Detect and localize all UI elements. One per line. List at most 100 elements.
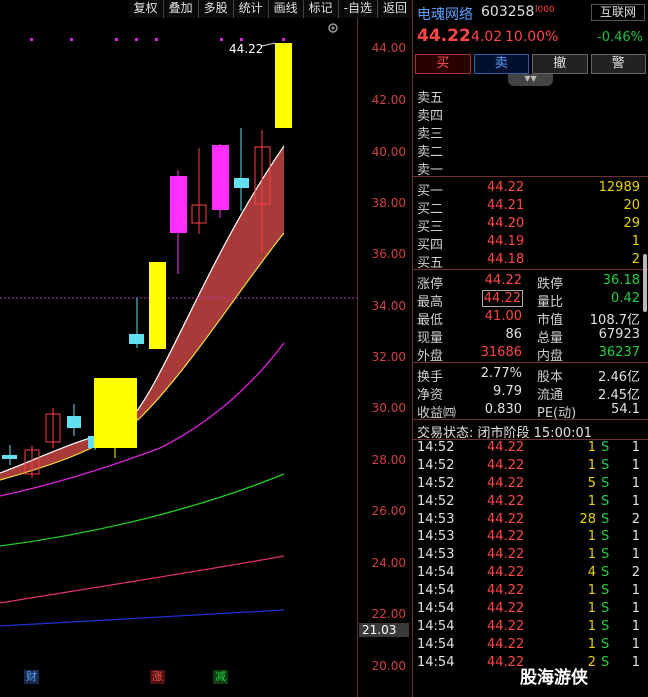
order-row: 买一 44.22 12989	[413, 179, 648, 199]
alert-button[interactable]: 警	[590, 54, 646, 74]
tick-volume: 5	[587, 475, 596, 491]
tick-count: 2	[631, 511, 640, 527]
sell-book: 卖五 卖四 卖三 卖二 卖一	[413, 86, 648, 178]
toolbar-stats-button[interactable]: 统计	[232, 0, 268, 18]
stat-row: 净资 9.79 流通 2.45亿	[413, 383, 648, 403]
fundamental-stats: 换手 2.77% 股本 2.46亿 净资 9.79 流通 2.45亿 收益㈣ 0…	[413, 362, 648, 421]
y-tick-label: 22.00	[371, 607, 406, 621]
buy-book: 买一 44.22 12989 买二 44.21 20 买三 44.20 29 买四 44.19…	[413, 176, 648, 271]
toolbar-overlay-button[interactable]: 叠加	[162, 0, 198, 18]
stat-row: 最高 44.22 量比 0.42	[413, 290, 648, 310]
volume-ratio-value: 0.42	[611, 291, 640, 306]
tick-price: 44.22	[487, 457, 525, 473]
tick-price: 44.22	[487, 583, 525, 599]
high-value: 44.22	[481, 290, 524, 307]
toolbar-draw-line-button[interactable]: 画线	[267, 0, 303, 18]
marker-reduce[interactable]: 减	[213, 670, 228, 684]
tick-price: 44.22	[487, 547, 525, 563]
order-row: 卖三	[413, 122, 648, 142]
trade-status: 交易状态: 闭市阶段 15:00:01	[413, 419, 648, 441]
stock-name[interactable]: 电魂网络	[417, 4, 473, 24]
turnover-value: 2.77%	[480, 366, 522, 381]
pe-value: 54.1	[611, 402, 640, 417]
y-tick-label: 32.00	[371, 350, 406, 364]
collapse-tab[interactable]: ▼▼	[413, 74, 648, 86]
y-tick-label: 44.00	[371, 41, 406, 55]
tick-price: 44.22	[487, 601, 525, 617]
tick-list[interactable]: 14:52 44.22 1 S 1 14:52 44.22 1 S 1 14:52 44.22 5 S 1 1…	[413, 439, 648, 673]
y-tick-label: 28.00	[371, 453, 406, 467]
tick-time: 14:54	[417, 654, 455, 670]
limit-down-value: 36.18	[602, 273, 640, 288]
tick-volume: 1	[587, 583, 596, 599]
tick-price: 44.22	[487, 493, 525, 509]
buy-button[interactable]: 买	[415, 54, 471, 74]
panel-scrollbar[interactable]	[643, 254, 647, 312]
tick-side: S	[601, 654, 610, 670]
tick-count: 1	[631, 583, 640, 599]
order-volume: 12989	[598, 180, 640, 195]
watermark: 股海游侠	[520, 668, 588, 688]
tick-side: S	[601, 565, 610, 581]
tick-row: 14:53 44.22 1 S 1	[413, 547, 648, 565]
order-row: 买四 44.19 1	[413, 233, 648, 253]
chart-toolbar: 复权 叠加 多股 统计 画线 标记 -自选 返回	[0, 0, 412, 18]
order-row: 卖五	[413, 86, 648, 106]
tick-row: 14:52 44.22 1 S 1	[413, 440, 648, 458]
order-price: 44.21	[487, 198, 525, 213]
tick-time: 14:54	[417, 636, 455, 652]
sector-button[interactable]: 互联网	[591, 4, 645, 21]
order-row: 卖四	[413, 104, 648, 124]
quote-panel: 电魂网络 603258 l000 互联网 44.22 4.02 10.00% -…	[412, 0, 648, 697]
eps-value: 0.830	[484, 402, 522, 417]
chevron-down-icon[interactable]: ▼▼	[508, 74, 553, 86]
tick-time: 14:53	[417, 529, 455, 545]
toolbar-back-button[interactable]: 返回	[376, 0, 412, 18]
current-volume-value: 86	[505, 327, 522, 342]
y-tick-label: 20.00	[371, 659, 406, 673]
order-row: 卖一	[413, 158, 648, 178]
toolbar-multi-stock-button[interactable]: 多股	[197, 0, 233, 18]
tick-time: 14:54	[417, 565, 455, 581]
y-tick-label: 24.00	[371, 556, 406, 570]
low-value: 41.00	[484, 309, 522, 324]
ma-blue-line	[0, 609, 285, 627]
tick-price: 44.22	[487, 618, 525, 634]
toolbar-fuquan-button[interactable]: 复权	[128, 0, 163, 18]
kline-svg	[0, 23, 357, 627]
tick-count: 1	[631, 601, 640, 617]
limit-up-value: 44.22	[484, 273, 522, 288]
cancel-button[interactable]: 撤	[532, 54, 588, 74]
toolbar-mark-button[interactable]: 标记	[302, 0, 338, 18]
tick-side: S	[601, 440, 610, 455]
ma-green-line	[0, 473, 285, 547]
tick-side: S	[601, 457, 610, 473]
tick-count: 1	[631, 457, 640, 473]
tick-price: 44.22	[487, 529, 525, 545]
sell-button[interactable]: 卖	[473, 54, 529, 74]
stock-terminal: 复权 叠加 多股 统计 画线 标记 -自选 返回 44.22 44.00 42.…	[0, 0, 648, 697]
toolbar-remove-watchlist-button[interactable]: -自选	[337, 0, 377, 18]
tick-price: 44.22	[487, 511, 525, 527]
tick-row: 14:53 44.22 28 S 2	[413, 512, 648, 530]
order-row: 买五 44.18 2	[413, 251, 648, 271]
tick-row: 14:54 44.22 1 S 1	[413, 619, 648, 637]
stat-row: 收益㈣ 0.830 PE(动) 54.1	[413, 401, 648, 421]
order-row: 买二 44.21 20	[413, 197, 648, 217]
tick-count: 2	[631, 565, 640, 581]
kline-chart[interactable]: 44.22 44.00 42.00 40.00 38.00 36.00 34.0…	[0, 18, 412, 697]
price-change: 4.02	[471, 29, 503, 45]
tick-side: S	[601, 636, 610, 652]
tick-price: 44.22	[487, 440, 525, 455]
marker-rise[interactable]: 涨	[150, 670, 165, 684]
tick-time: 14:54	[417, 601, 455, 617]
order-row: 卖二	[413, 140, 648, 160]
y-tick-label: 42.00	[371, 93, 406, 107]
inner-volume-value: 36237	[598, 345, 640, 360]
y-tick-label: 34.00	[371, 299, 406, 313]
tick-count: 1	[631, 547, 640, 563]
stat-row: 涨停 44.22 跌停 36.18	[413, 272, 648, 292]
trade-buttons: 买 卖 撤 警	[413, 50, 648, 76]
y-tick-label: 38.00	[371, 196, 406, 210]
marker-finance[interactable]: 财	[24, 670, 39, 684]
